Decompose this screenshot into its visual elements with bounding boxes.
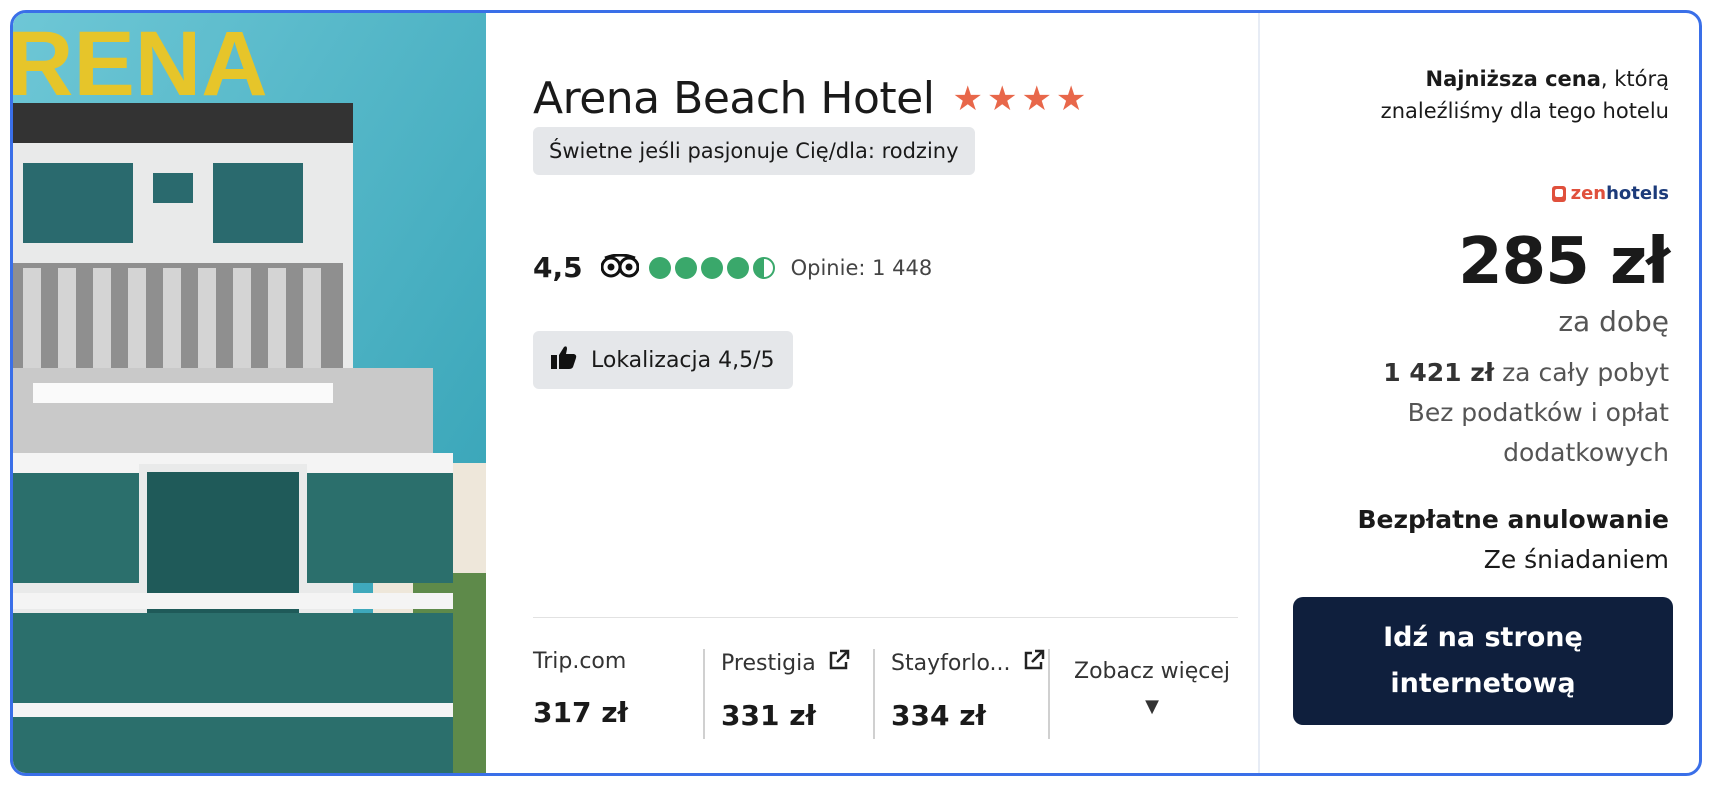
caret-down-icon: ▼	[1145, 696, 1159, 717]
best-offer-panel: Najniższa cena, którą znaleźliśmy dla te…	[1261, 13, 1699, 773]
rating-bubble	[648, 256, 671, 279]
provider-name: Trip.com	[533, 649, 627, 674]
column-divider	[1258, 13, 1260, 773]
taxes-note-line2: dodatkowych	[1503, 438, 1669, 467]
nightly-price: 285 zł	[1458, 225, 1670, 299]
provider-price: 331 zł	[721, 699, 816, 732]
star-icon: ★	[1021, 78, 1052, 119]
review-count: Opinie: 1 448	[790, 255, 933, 280]
rating-bubble	[752, 256, 775, 279]
zenhotels-icon	[1551, 185, 1566, 202]
divider	[533, 617, 1238, 618]
per-night-label: za dobę	[1558, 305, 1669, 338]
provider-price: 334 zł	[891, 699, 986, 732]
see-more-button[interactable]: Zobacz więcej ▼	[1048, 649, 1238, 739]
see-more-label: Zobacz więcej	[1074, 659, 1230, 684]
cta-line2: internetową	[1390, 668, 1576, 699]
hotel-sign-text: RENA	[13, 13, 268, 115]
location-score-chip: Lokalizacja 4,5/5	[533, 331, 793, 389]
hotel-card: RENA Arena Beach Hotel ★ ★ ★ ★ Świetne jeśl…	[10, 10, 1702, 776]
provider-price: 317 zł	[533, 696, 628, 729]
provider-name: Stayforlo...	[891, 650, 1011, 676]
taxes-note-line1: Bez podatków i opłat	[1407, 398, 1669, 427]
star-icon: ★	[986, 78, 1018, 119]
zenhotels-logo: zen hotels	[1551, 183, 1669, 204]
hotel-name[interactable]: Arena Beach Hotel	[533, 73, 935, 124]
external-link-icon	[828, 649, 850, 677]
hotel-photo[interactable]: RENA	[13, 13, 486, 773]
total-price: 1 421 zł za cały pobyt Bez podatków i op…	[1383, 353, 1669, 473]
tripadvisor-rating[interactable]: 4,5 Opinie: 1 448	[533, 251, 932, 284]
provider-name-part1: zen	[1570, 183, 1607, 204]
star-icon: ★	[952, 78, 983, 119]
rating-bubbles	[648, 256, 775, 279]
free-cancellation: Bezpłatne anulowanie	[1357, 505, 1669, 534]
cta-line1: Idź na stronę	[1383, 622, 1583, 653]
star-icon: ★	[1055, 78, 1087, 119]
total-label: za cały pobyt	[1502, 358, 1669, 387]
provider-name: Prestigia	[721, 650, 816, 676]
lowest-price-bold: Najniższa cena	[1425, 67, 1601, 91]
recommendation-tag: Świetne jeśli pasjonuje Cię/dla: rodziny	[533, 127, 975, 175]
lowest-price-line2: znaleźliśmy dla tego hotelu	[1380, 99, 1669, 123]
lowest-price-text: , którą	[1600, 67, 1669, 91]
rating-bubble	[674, 256, 697, 279]
price-option-tripcom[interactable]: Trip.com 317 zł	[533, 649, 703, 739]
star-rating: ★ ★ ★ ★	[952, 82, 1086, 116]
rating-bubble	[700, 256, 723, 279]
external-link-icon	[1023, 649, 1045, 677]
breakfast-included: Ze śniadaniem	[1483, 545, 1669, 574]
hotel-details: Arena Beach Hotel ★ ★ ★ ★ Świetne jeśli pas…	[533, 13, 1238, 773]
price-option-prestigia[interactable]: Prestigia 331 zł	[703, 649, 873, 739]
lowest-price-note: Najniższa cena, którą znaleźliśmy dla te…	[1381, 63, 1669, 127]
rating-value: 4,5	[533, 251, 583, 284]
total-amount: 1 421 zł	[1383, 358, 1495, 387]
tripadvisor-owl-icon	[600, 253, 640, 282]
provider-name-part2: hotels	[1606, 183, 1669, 204]
location-score-label: Lokalizacja 4,5/5	[591, 347, 775, 373]
go-to-website-button[interactable]: Idź na stronę internetową	[1293, 597, 1673, 725]
rating-bubble	[726, 256, 749, 279]
thumbs-up-icon	[551, 345, 577, 375]
price-option-stayforlong[interactable]: Stayforlo... 334 zł	[873, 649, 1048, 739]
other-prices: Trip.com 317 zł Prestigia 331 zł Stayfor…	[533, 649, 1238, 739]
